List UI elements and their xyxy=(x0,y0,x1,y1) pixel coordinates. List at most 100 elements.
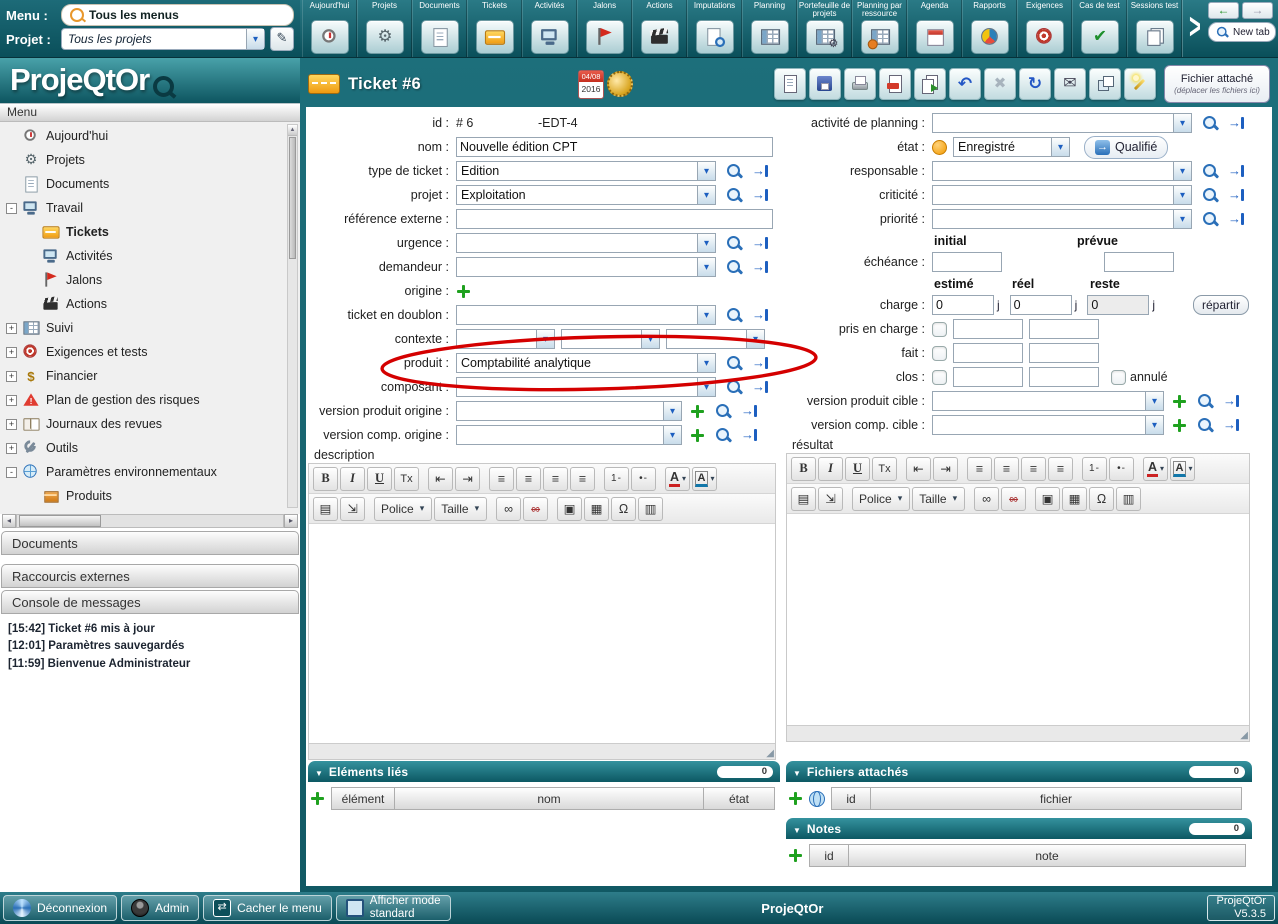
image-button[interactable]: ▣ xyxy=(557,497,582,521)
collapse-icon[interactable] xyxy=(793,763,801,781)
search-icon[interactable] xyxy=(726,355,743,371)
add-icon[interactable] xyxy=(788,848,803,863)
goto-icon[interactable] xyxy=(1223,393,1239,409)
type-select[interactable]: Edition xyxy=(456,161,716,181)
edit-project-button[interactable] xyxy=(270,27,294,51)
remove-format-button[interactable]: Tx xyxy=(872,457,897,481)
chevron-down-icon[interactable] xyxy=(1145,392,1163,410)
goto-icon[interactable] xyxy=(752,307,768,323)
paste-button[interactable]: ▥ xyxy=(638,497,663,521)
criticite-select[interactable] xyxy=(932,185,1192,205)
sidebar-item-suivi[interactable]: +Suivi xyxy=(0,316,300,340)
collapse-toolbar-button[interactable] xyxy=(1182,0,1207,57)
afficher-mode-standard-button[interactable]: Afficher mode standard xyxy=(336,895,451,921)
topbar-item-tickets[interactable]: Tickets xyxy=(467,0,522,57)
text-color-button[interactable]: A xyxy=(665,467,690,491)
italic-button[interactable]: I xyxy=(818,457,843,481)
italic-button[interactable]: I xyxy=(340,467,365,491)
activite-select[interactable] xyxy=(932,113,1192,133)
chevron-down-icon[interactable] xyxy=(1051,138,1069,156)
sidebar-item-aujourd-hui[interactable]: Aujourd'hui xyxy=(0,124,300,148)
sidebar-item-journaux-des-revues[interactable]: +Journaux des revues xyxy=(0,412,300,436)
undo-button[interactable] xyxy=(949,68,981,100)
clos-heure-input[interactable] xyxy=(1029,367,1099,387)
align-left-button[interactable]: ≡ xyxy=(489,467,514,491)
etat-select[interactable]: Enregistré xyxy=(953,137,1070,157)
actions-button[interactable] xyxy=(641,20,679,54)
bg-color-button[interactable]: A xyxy=(692,467,717,491)
version-produit-cible-select[interactable] xyxy=(932,391,1164,411)
align-center-button[interactable]: ≡ xyxy=(994,457,1019,481)
scroll-left-icon[interactable] xyxy=(2,514,16,528)
section-header[interactable]: Eléments liés 0 xyxy=(308,761,780,782)
expand-icon[interactable]: + xyxy=(6,323,17,334)
chevron-down-icon[interactable] xyxy=(746,330,764,348)
activities-button[interactable] xyxy=(531,20,569,54)
chevron-down-icon[interactable] xyxy=(1145,416,1163,434)
expand-icon[interactable]: + xyxy=(6,443,17,454)
editor-resize-handle[interactable] xyxy=(787,725,1249,741)
search-icon[interactable] xyxy=(726,235,743,251)
today-button[interactable] xyxy=(311,20,349,54)
sidebar-item-activites[interactable]: Activités xyxy=(0,244,300,268)
topbar-item-resource-planning[interactable]: Planning par ressource xyxy=(852,0,907,57)
chevron-down-icon[interactable] xyxy=(663,402,681,420)
sidebar-item-projets[interactable]: Projets xyxy=(0,148,300,172)
collapse-icon[interactable] xyxy=(315,763,323,781)
composant-select[interactable] xyxy=(456,377,716,397)
pris-heure-input[interactable] xyxy=(1029,319,1099,339)
chevron-down-icon[interactable] xyxy=(697,186,715,204)
collapse-icon[interactable]: - xyxy=(6,203,17,214)
copy-button[interactable] xyxy=(914,68,946,100)
add-icon[interactable] xyxy=(1172,418,1187,433)
deconnexion-button[interactable]: Déconnexion xyxy=(3,895,117,921)
topbar-item-reports[interactable]: Rapports xyxy=(962,0,1017,57)
chevron-down-icon[interactable] xyxy=(536,330,554,348)
chevron-down-icon[interactable] xyxy=(246,29,264,49)
outdent-button[interactable]: ⇤ xyxy=(428,467,453,491)
chevron-down-icon[interactable] xyxy=(697,306,715,324)
reports-button[interactable] xyxy=(971,20,1009,54)
chevron-down-icon[interactable] xyxy=(697,354,715,372)
accordion-console-de-messages[interactable]: Console de messages xyxy=(1,590,299,614)
new-button[interactable] xyxy=(774,68,806,100)
link-button[interactable]: ∞ xyxy=(974,487,999,511)
font-select[interactable]: Police xyxy=(374,497,432,521)
test-cases-button[interactable] xyxy=(1081,20,1119,54)
charge-reste-input[interactable] xyxy=(1087,295,1149,315)
sidebar-item-plan-de-gestion-des-risques[interactable]: +Plan de gestion des risques xyxy=(0,388,300,412)
chevron-down-icon[interactable] xyxy=(641,330,659,348)
topbar-item-actions[interactable]: Actions xyxy=(632,0,687,57)
tree-vertical-scrollbar[interactable] xyxy=(287,124,298,508)
annule-checkbox[interactable] xyxy=(1111,370,1126,385)
column-header-id[interactable]: id xyxy=(809,844,849,867)
sidebar-item-jalons[interactable]: Jalons xyxy=(0,268,300,292)
chevron-down-icon[interactable] xyxy=(663,426,681,444)
search-icon[interactable] xyxy=(1202,163,1219,179)
search-icon[interactable] xyxy=(726,187,743,203)
scroll-right-icon[interactable] xyxy=(284,514,298,528)
goto-icon[interactable] xyxy=(752,235,768,251)
print-button[interactable] xyxy=(844,68,876,100)
search-icon[interactable] xyxy=(726,379,743,395)
contexte-select-3[interactable] xyxy=(666,329,765,349)
clone-button[interactable] xyxy=(1089,68,1121,100)
sidebar-item-financier[interactable]: +Financier xyxy=(0,364,300,388)
indent-button[interactable]: ⇥ xyxy=(933,457,958,481)
clos-checkbox[interactable] xyxy=(932,370,947,385)
align-justify-button[interactable]: ≡ xyxy=(570,467,595,491)
column-header-nom[interactable]: nom xyxy=(394,787,704,810)
paste-button[interactable]: ▥ xyxy=(1116,487,1141,511)
demandeur-select[interactable] xyxy=(456,257,716,277)
sidebar-item-documents[interactable]: Documents xyxy=(0,172,300,196)
text-color-button[interactable]: A xyxy=(1143,457,1168,481)
test-sessions-button[interactable] xyxy=(1136,20,1174,54)
globe-icon[interactable] xyxy=(809,791,825,807)
timesheet-button[interactable] xyxy=(696,20,734,54)
nav-back-button[interactable] xyxy=(1208,2,1239,19)
scrollbar-thumb[interactable] xyxy=(19,515,101,527)
table-button[interactable]: ▦ xyxy=(584,497,609,521)
projet-select[interactable]: Exploitation xyxy=(456,185,716,205)
goto-icon[interactable] xyxy=(752,187,768,203)
goto-icon[interactable] xyxy=(1223,417,1239,433)
